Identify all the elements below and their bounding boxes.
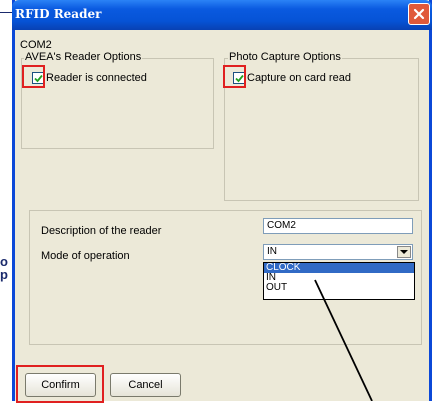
annotation-arrow xyxy=(314,279,373,401)
